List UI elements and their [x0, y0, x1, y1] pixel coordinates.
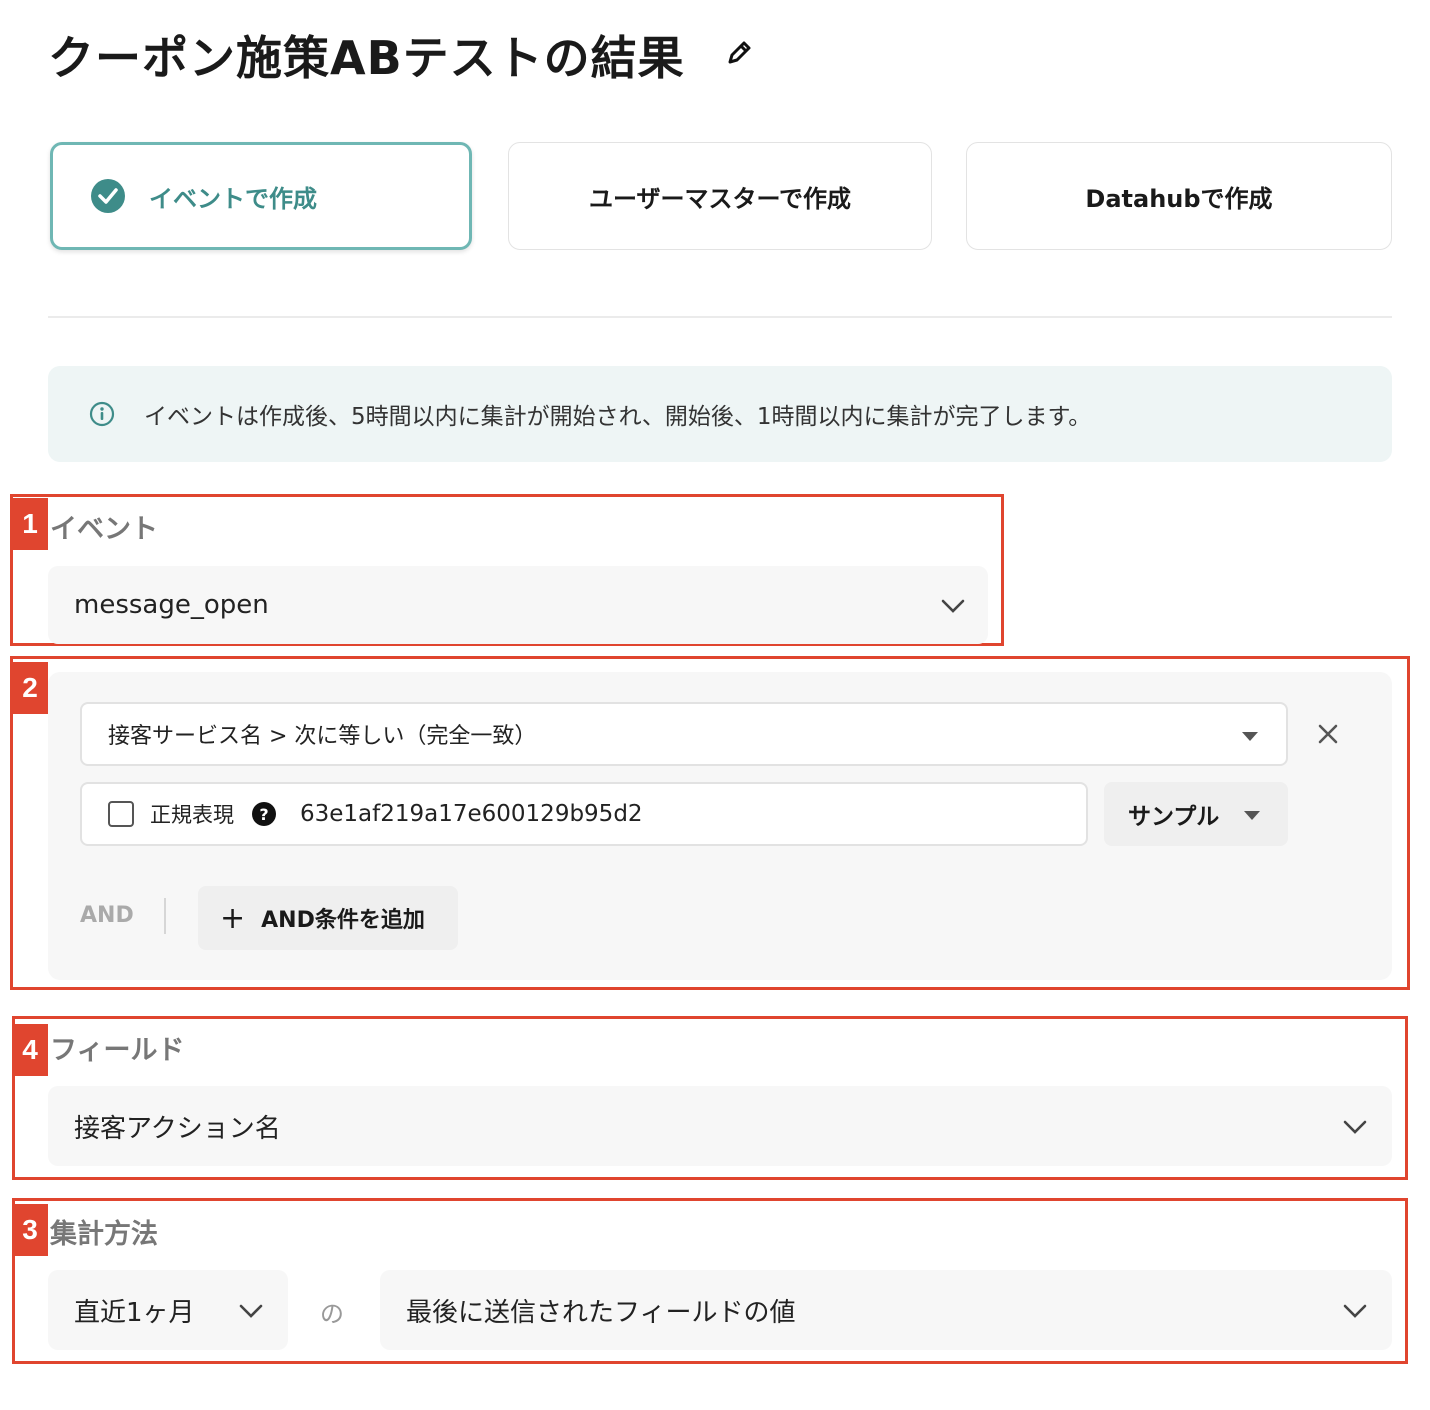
annotation-badge-2: 2 [12, 662, 48, 714]
mode-card-label: イベントで作成 [149, 184, 317, 213]
chevron-down-icon [1343, 1304, 1367, 1318]
period-select-value: 直近1ヶ月 [74, 1297, 195, 1328]
annotation-badge-3: 3 [12, 1204, 48, 1256]
event-select[interactable]: message_open [48, 566, 988, 644]
period-select[interactable]: 直近1ヶ月 [48, 1270, 288, 1350]
chevron-down-icon [941, 599, 965, 613]
mode-card-event[interactable]: イベントで作成 [50, 142, 472, 250]
annotation-badge-4: 4 [12, 1024, 48, 1076]
caret-down-icon [1244, 811, 1260, 820]
pencil-icon[interactable] [722, 36, 756, 70]
add-and-condition-label: AND条件を追加 [261, 908, 425, 933]
info-icon [88, 400, 116, 428]
mode-card-label: ユーザーマスターで作成 [588, 184, 852, 213]
condition-select[interactable]: 接客サービス名 > 次に等しい（完全一致） [80, 702, 1288, 766]
sample-button-label: サンプル [1128, 804, 1220, 830]
aggregation-method-select[interactable]: 最後に送信されたフィールドの値 [380, 1270, 1392, 1350]
chevron-down-icon [239, 1304, 263, 1318]
field-select-value: 接客アクション名 [74, 1113, 281, 1144]
event-label: イベント [50, 514, 158, 545]
aggregation-method-value: 最後に送信されたフィールドの値 [406, 1297, 796, 1328]
annotation-badge-1: 1 [12, 498, 48, 550]
condition-select-value: 接客サービス名 > 次に等しい（完全一致） [108, 724, 537, 749]
close-icon[interactable] [1314, 720, 1342, 748]
check-circle-icon [91, 179, 125, 213]
mode-card-label: Datahubで作成 [1085, 184, 1273, 213]
filter-value-field: 正規表現 ? 63e1af219a17e600129b95d2 [80, 782, 1088, 846]
chevron-down-icon [1343, 1120, 1367, 1134]
and-divider [164, 898, 166, 934]
plus-icon: + [220, 900, 246, 936]
sample-button[interactable]: サンプル [1104, 782, 1288, 846]
info-banner: イベントは作成後、5時間以内に集計が開始され、開始後、1時間以内に集計が完了しま… [48, 366, 1392, 462]
add-and-condition-button[interactable]: + AND条件を追加 [198, 886, 458, 950]
help-icon[interactable]: ? [252, 802, 276, 826]
aggregation-label: 集計方法 [50, 1219, 158, 1250]
aggregation-connector: の [320, 1300, 344, 1328]
field-select[interactable]: 接客アクション名 [48, 1086, 1392, 1166]
event-select-value: message_open [74, 590, 269, 620]
mode-card-datahub[interactable]: Datahubで作成 [966, 142, 1392, 250]
info-banner-text: イベントは作成後、5時間以内に集計が開始され、開始後、1時間以内に集計が完了しま… [144, 404, 1092, 430]
regex-label: 正規表現 [150, 803, 234, 827]
filter-value-input[interactable]: 63e1af219a17e600129b95d2 [300, 801, 643, 827]
divider [48, 316, 1392, 318]
mode-card-user-master[interactable]: ユーザーマスターで作成 [508, 142, 932, 250]
and-label: AND [80, 903, 134, 928]
caret-down-icon [1242, 732, 1258, 741]
page-title: クーポン施策ABテストの結果 [48, 31, 685, 85]
field-label: フィールド [50, 1035, 185, 1066]
regex-checkbox[interactable] [108, 801, 134, 827]
